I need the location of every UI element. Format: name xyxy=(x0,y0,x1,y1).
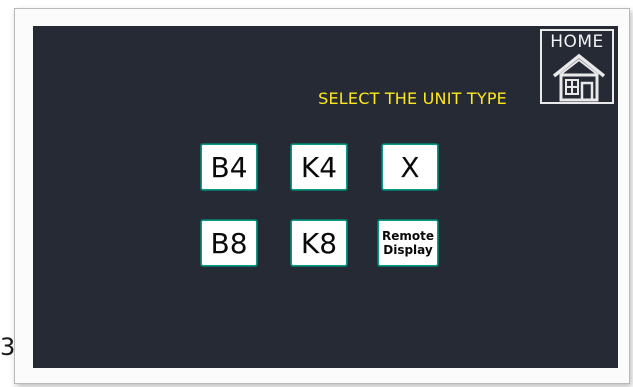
unit-button-label: K4 xyxy=(300,150,338,184)
page-title: SELECT THE UNIT TYPE xyxy=(318,89,507,108)
edge-text: 3 xyxy=(0,333,16,361)
unit-selection-screen: HOME SELECT THE UNIT TYPE B4 K4 X B8 K8 … xyxy=(33,26,618,368)
unit-button-k8[interactable]: K8 xyxy=(291,220,347,266)
unit-button-label: B4 xyxy=(210,150,248,184)
house-icon xyxy=(552,53,606,102)
unit-button-label: X xyxy=(400,150,420,184)
window-frame: 3 HOME SELECT THE UNIT TYPE B4 K4 X B8 K… xyxy=(0,0,633,387)
unit-button-x[interactable]: X xyxy=(382,144,438,190)
home-label: HOME xyxy=(550,32,604,52)
unit-button-k4[interactable]: K4 xyxy=(291,144,347,190)
unit-button-remote-display[interactable]: Remote Display xyxy=(378,220,438,266)
unit-button-label-line2: Display xyxy=(383,243,433,257)
home-button[interactable]: HOME xyxy=(540,29,614,104)
unit-button-label-line1: Remote xyxy=(381,228,434,243)
unit-button-b8[interactable]: B8 xyxy=(201,220,257,266)
unit-button-label: K8 xyxy=(300,226,338,260)
unit-button-b4[interactable]: B4 xyxy=(201,144,257,190)
unit-button-label: B8 xyxy=(210,226,248,260)
